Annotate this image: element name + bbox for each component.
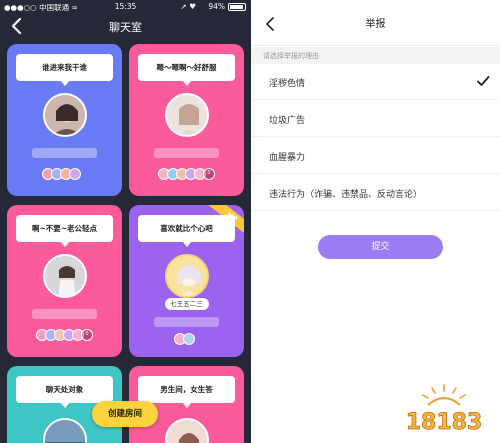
reason-hint-band: 请选择举报的理由 (251, 47, 500, 64)
page-title: 举报 (365, 19, 386, 30)
battery-percent: 94% (208, 2, 225, 11)
reason-hint: 请选择举报的理由 (263, 52, 319, 60)
avatar (164, 93, 209, 137)
room-card[interactable]: 啊~不要~老公轻点 0 (7, 205, 122, 357)
chat-navbar: 聊天室 (0, 13, 251, 40)
status-icons: ➚ ♥ (180, 2, 196, 11)
status-bar: ●●●○○ 中国联通 ≈ 15:35 ➚ ♥ 94% (0, 0, 251, 13)
room-card[interactable]: 谁进来我干谁 (7, 44, 122, 196)
room-card[interactable]: VIP 喜欢就比个心吧 七王五二三 (129, 205, 244, 357)
reason-label: 淫秽色情 (269, 79, 306, 89)
host-name-blurred (32, 148, 97, 158)
member-count: 0 (203, 168, 215, 180)
reason-label: 垃圾广告 (269, 116, 306, 126)
member-count: 0 (81, 329, 93, 341)
submit-button[interactable]: 提交 (318, 235, 443, 259)
avatar (42, 93, 87, 137)
page-title: 聊天室 (109, 21, 142, 34)
avatar (164, 254, 209, 298)
reason-label: 违法行为（诈骗、违禁品、反动言论） (269, 190, 423, 200)
chat-room-screen: ●●●○○ 中国联通 ≈ 15:35 ➚ ♥ 94% 聊天室 谁进来我干谁 嗯～… (0, 0, 251, 443)
avatar (42, 418, 87, 443)
room-card[interactable]: 嗯～嗯啊～好舒服 0 (129, 44, 244, 196)
room-bubble-text: 啊~不要~老公轻点 (16, 215, 113, 247)
site-watermark-logo: 18183 (405, 384, 483, 435)
battery-fill (230, 5, 244, 9)
battery-icon (228, 3, 246, 11)
report-reason-option[interactable]: 淫秽色情 (251, 64, 500, 100)
host-name-blurred (154, 317, 219, 327)
report-reason-option[interactable]: 垃圾广告 (251, 101, 500, 137)
reason-label: 血腥暴力 (269, 153, 306, 163)
svg-text:18183: 18183 (406, 410, 483, 435)
report-reason-option[interactable]: 违法行为（诈骗、违禁品、反动言论） (251, 175, 500, 211)
report-screen: 举报 请选择举报的理由 淫秽色情 垃圾广告 血腥暴力 违法行为（诈骗、违禁品、反… (251, 0, 500, 443)
checkmark-icon (477, 76, 490, 86)
report-header: 举报 (251, 0, 500, 46)
avatar (164, 418, 209, 443)
room-bubble-text: 聊天处对象 (16, 376, 113, 408)
room-bubble-text: 嗯～嗯啊～好舒服 (138, 54, 235, 86)
host-name-tag: 七王五二三 (164, 298, 209, 310)
host-name-blurred (32, 309, 97, 319)
host-name-blurred (154, 148, 219, 158)
room-bubble-text: 男生间，女生答 (138, 376, 235, 408)
create-room-button[interactable]: 创建房间 (92, 401, 158, 427)
room-bubble-text: 谁进来我干谁 (16, 54, 113, 86)
report-reason-option[interactable]: 血腥暴力 (251, 138, 500, 174)
room-bubble-text: 喜欢就比个心吧 (138, 215, 235, 247)
avatar (42, 254, 87, 298)
